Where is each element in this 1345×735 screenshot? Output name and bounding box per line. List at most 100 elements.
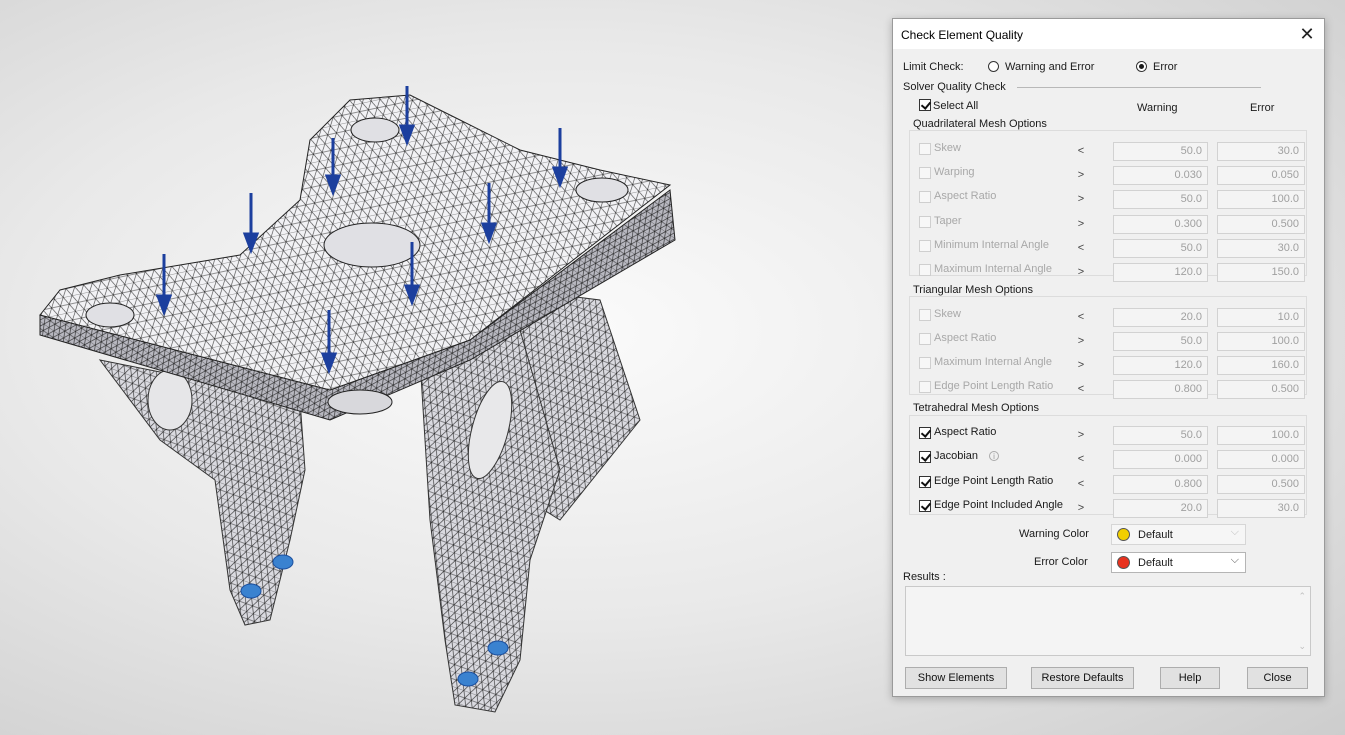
radio-error[interactable] [1136,61,1147,72]
quad-minimum-internal-angle-operator: < [1077,242,1085,254]
tri-edge-point-length-ratio-operator: < [1077,383,1085,395]
warning-color-value: Default [1138,529,1173,541]
tet-edge-point-length-ratio-error-field[interactable]: 0.500 [1217,475,1305,494]
tet-jacobian-checkbox[interactable] [919,451,931,463]
tet-jacobian-label[interactable]: Jacobian [934,450,978,462]
error-color-select[interactable]: Default ⌵ [1111,552,1246,573]
quad-warping-checkbox[interactable] [919,167,931,179]
tri-edge-point-length-ratio-checkbox[interactable] [919,381,931,393]
tet-aspect-ratio-operator: > [1077,429,1085,441]
info-icon[interactable]: i [989,451,999,461]
tet-edge-point-length-ratio-operator: < [1077,478,1085,490]
tet-aspect-ratio-warning-field[interactable]: 50.0 [1113,426,1208,445]
tet-aspect-ratio-label[interactable]: Aspect Ratio [934,426,996,438]
quad-skew-warning-field[interactable]: 50.0 [1113,142,1208,161]
quad-aspect-ratio-label[interactable]: Aspect Ratio [934,190,996,202]
warning-color-swatch [1117,528,1130,541]
results-box[interactable]: ⌃ ⌄ [905,586,1311,656]
tri-maximum-internal-angle-label[interactable]: Maximum Internal Angle [934,356,1052,368]
quad-aspect-ratio-warning-field[interactable]: 50.0 [1113,190,1208,209]
tri-maximum-internal-angle-warning-field[interactable]: 120.0 [1113,356,1208,375]
restore-defaults-button[interactable]: Restore Defaults [1031,667,1134,689]
quad-maximum-internal-angle-label[interactable]: Maximum Internal Angle [934,263,1052,275]
quad-warping-warning-field[interactable]: 0.030 [1113,166,1208,185]
tri-group-title: Triangular Mesh Options [913,284,1034,296]
tet-jacobian-error-field[interactable]: 0.000 [1217,450,1305,469]
error-color-label: Error Color [1034,556,1088,568]
tri-edge-point-length-ratio-label[interactable]: Edge Point Length Ratio [934,380,1053,392]
quad-taper-error-field[interactable]: 0.500 [1217,215,1305,234]
quad-maximum-internal-angle-warning-field[interactable]: 120.0 [1113,263,1208,282]
error-column-header: Error [1250,102,1275,114]
quad-taper-warning-field[interactable]: 0.300 [1113,215,1208,234]
tri-aspect-ratio-checkbox[interactable] [919,333,931,345]
radio-warning-and-error[interactable] [988,61,999,72]
tet-aspect-ratio-checkbox[interactable] [919,427,931,439]
select-all-checkbox[interactable] [919,99,931,111]
show-elements-button[interactable]: Show Elements [905,667,1007,689]
quad-skew-error-field[interactable]: 30.0 [1217,142,1305,161]
quad-maximum-internal-angle-error-field[interactable]: 150.0 [1217,263,1305,282]
quad-aspect-ratio-error-field[interactable]: 100.0 [1217,190,1305,209]
tet-edge-point-included-angle-error-field[interactable]: 30.0 [1217,499,1305,518]
quad-warping-operator: > [1077,169,1085,181]
tri-skew-operator: < [1077,311,1085,323]
close-icon[interactable]: ✕ [1290,19,1324,49]
quad-group-title: Quadrilateral Mesh Options [913,118,1047,130]
error-color-value: Default [1138,557,1173,569]
tri-maximum-internal-angle-operator: > [1077,359,1085,371]
quad-aspect-ratio-checkbox[interactable] [919,191,931,203]
quad-maximum-internal-angle-checkbox[interactable] [919,264,931,276]
quad-minimum-internal-angle-warning-field[interactable]: 50.0 [1113,239,1208,258]
check-element-quality-dialog: Check Element Quality ✕ Limit Check: War… [892,18,1325,697]
tet-edge-point-included-angle-label[interactable]: Edge Point Included Angle [934,499,1063,511]
tet-edge-point-length-ratio-warning-field[interactable]: 0.800 [1113,475,1208,494]
scroll-down-icon[interactable]: ⌄ [1298,641,1306,652]
tri-skew-error-field[interactable]: 10.0 [1217,308,1305,327]
quad-taper-label[interactable]: Taper [934,215,962,227]
tet-edge-point-length-ratio-checkbox[interactable] [919,476,931,488]
tri-skew-checkbox[interactable] [919,309,931,321]
quad-warping-error-field[interactable]: 0.050 [1217,166,1305,185]
scroll-up-icon[interactable]: ⌃ [1298,591,1306,602]
help-button[interactable]: Help [1160,667,1220,689]
tet-group-title: Tetrahedral Mesh Options [913,402,1039,414]
mesh-model [39,86,676,713]
tri-skew-warning-field[interactable]: 20.0 [1113,308,1208,327]
tri-aspect-ratio-error-field[interactable]: 100.0 [1217,332,1305,351]
error-color-swatch [1117,556,1130,569]
tri-aspect-ratio-label[interactable]: Aspect Ratio [934,332,996,344]
close-button[interactable]: Close [1247,667,1308,689]
warning-color-select[interactable]: Default ⌵ [1111,524,1246,545]
tri-aspect-ratio-warning-field[interactable]: 50.0 [1113,332,1208,351]
tri-skew-label[interactable]: Skew [934,308,961,320]
tri-maximum-internal-angle-checkbox[interactable] [919,357,931,369]
radio-error-label[interactable]: Error [1153,61,1177,73]
tri-maximum-internal-angle-error-field[interactable]: 160.0 [1217,356,1305,375]
quad-minimum-internal-angle-error-field[interactable]: 30.0 [1217,239,1305,258]
tet-aspect-ratio-error-field[interactable]: 100.0 [1217,426,1305,445]
tri-edge-point-length-ratio-warning-field[interactable]: 0.800 [1113,380,1208,399]
solver-quality-check-heading: Solver Quality Check [903,81,1006,93]
tet-jacobian-operator: < [1077,453,1085,465]
tri-edge-point-length-ratio-error-field[interactable]: 0.500 [1217,380,1305,399]
select-all-label[interactable]: Select All [933,100,978,112]
quad-skew-label[interactable]: Skew [934,142,961,154]
limit-check-label: Limit Check: [903,61,964,73]
dialog-title: Check Element Quality [901,28,1024,42]
model-viewport[interactable] [0,0,890,735]
chevron-down-icon: ⌵ [1230,554,1239,566]
quad-minimum-internal-angle-checkbox[interactable] [919,240,931,252]
quad-warping-label[interactable]: Warping [934,166,975,178]
tet-edge-point-included-angle-warning-field[interactable]: 20.0 [1113,499,1208,518]
quad-taper-checkbox[interactable] [919,216,931,228]
tet-edge-point-included-angle-checkbox[interactable] [919,500,931,512]
quad-skew-operator: < [1077,145,1085,157]
radio-warning-and-error-label[interactable]: Warning and Error [1005,61,1094,73]
tet-edge-point-length-ratio-label[interactable]: Edge Point Length Ratio [934,475,1053,487]
chevron-down-icon: ⌵ [1230,526,1239,538]
tet-edge-point-included-angle-operator: > [1077,502,1085,514]
quad-minimum-internal-angle-label[interactable]: Minimum Internal Angle [934,239,1049,251]
tet-jacobian-warning-field[interactable]: 0.000 [1113,450,1208,469]
quad-skew-checkbox[interactable] [919,143,931,155]
